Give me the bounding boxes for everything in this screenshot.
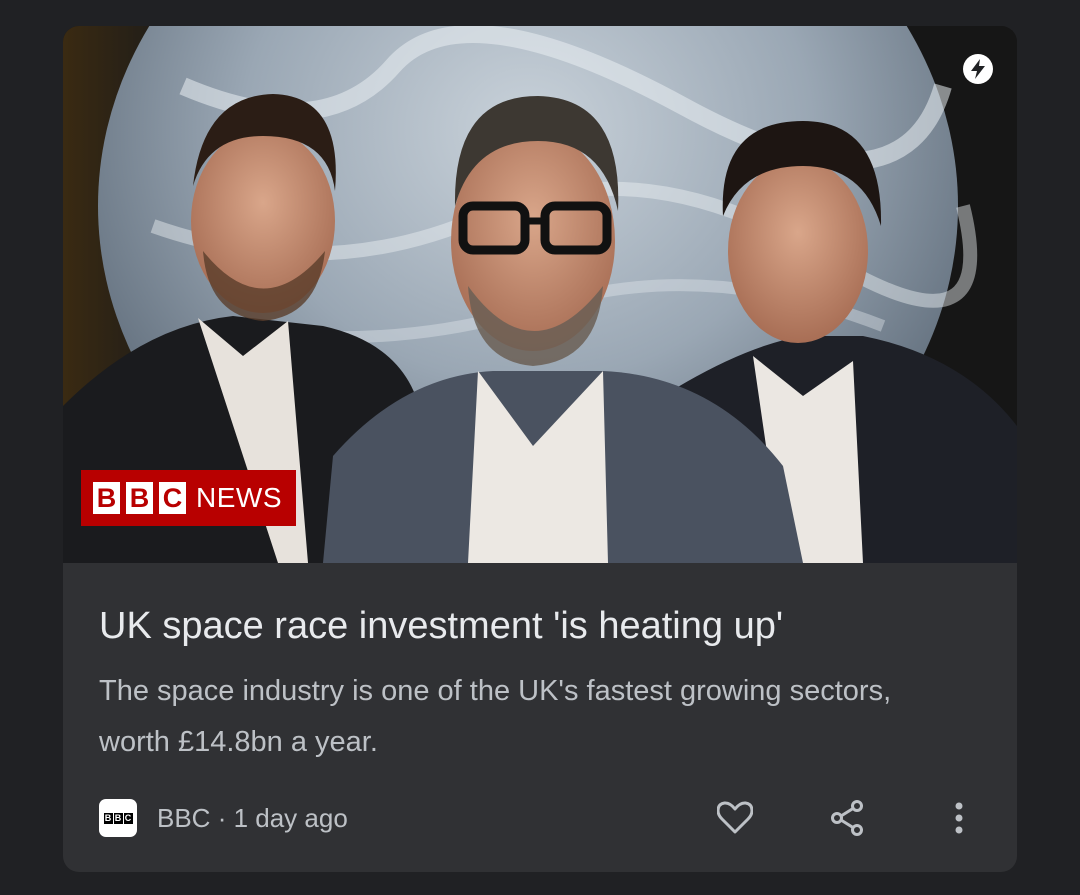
more-vert-icon	[955, 802, 963, 834]
source-logo: B B C	[99, 799, 137, 837]
source-logo-letter: C	[123, 812, 133, 824]
bbc-logo-letter: B	[126, 482, 153, 514]
like-button[interactable]	[713, 796, 757, 840]
source-meta: BBC · 1 day ago	[157, 796, 348, 840]
bbc-logo-news-word: NEWS	[196, 482, 282, 513]
article-image[interactable]: B B C NEWS	[63, 26, 1017, 563]
share-button[interactable]	[825, 796, 869, 840]
publish-time: 1 day ago	[233, 803, 348, 833]
source-logo-letter: B	[113, 812, 123, 824]
heart-outline-icon	[717, 801, 753, 834]
article-headline[interactable]: UK space race investment 'is heating up'	[99, 600, 989, 652]
bbc-logo-letter: B	[93, 482, 120, 514]
meta-separator: ·	[210, 803, 234, 833]
source-logo-letter: B	[103, 812, 113, 824]
amp-lightning-icon	[963, 54, 993, 84]
bbc-news-watermark: B B C NEWS	[81, 470, 296, 526]
news-card[interactable]: B B C NEWS UK space race investment 'is …	[63, 26, 1017, 872]
bbc-logo-letter: C	[159, 482, 186, 514]
article-snippet: The space industry is one of the UK's fa…	[99, 675, 892, 758]
source-name: BBC	[157, 803, 211, 833]
card-footer: B B C BBC · 1 day ago	[99, 796, 981, 840]
share-icon	[831, 800, 863, 836]
card-actions	[713, 796, 981, 840]
more-options-button[interactable]	[937, 796, 981, 840]
